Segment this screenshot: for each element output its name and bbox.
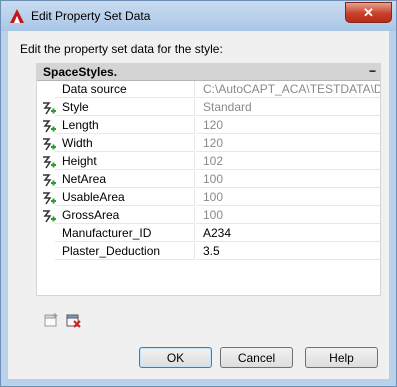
property-grid: SpaceStyles. − Data source C:\AutoCAPT_AC… [36, 63, 381, 296]
property-set-name: SpaceStyles. [43, 65, 118, 79]
row-gutter [37, 207, 56, 225]
window-title: Edit Property Set Data [31, 9, 151, 23]
row-gutter [37, 135, 56, 153]
property-name: Data source [55, 81, 195, 98]
remove-property-sets-icon[interactable] [66, 313, 82, 329]
close-icon: ✕ [363, 4, 374, 20]
property-name: NetArea [55, 171, 195, 188]
property-row[interactable]: Length 120 [37, 117, 380, 135]
property-value: 100 [196, 171, 380, 188]
instruction-label: Edit the property set data for the style… [20, 42, 223, 56]
property-row[interactable]: Manufacturer_ID A234 [37, 225, 380, 243]
property-value: 120 [196, 117, 380, 134]
row-gutter [37, 225, 55, 243]
row-gutter [37, 189, 56, 207]
row-gutter [37, 171, 56, 189]
property-value[interactable]: A234 [196, 225, 380, 242]
property-name: UsableArea [55, 189, 195, 206]
property-value[interactable]: 3.5 [196, 243, 380, 260]
collapse-icon[interactable]: − [369, 64, 376, 78]
property-name: Length [55, 117, 195, 134]
row-gutter [37, 153, 56, 171]
property-value: 102 [196, 153, 380, 170]
add-property-sets-icon[interactable] [43, 312, 59, 328]
property-row[interactable]: UsableArea 100 [37, 189, 380, 207]
autocad-app-icon [10, 9, 24, 23]
property-set-header[interactable]: SpaceStyles. − [37, 64, 380, 81]
property-row[interactable]: Width 120 [37, 135, 380, 153]
property-name: Manufacturer_ID [55, 225, 195, 242]
property-value: C:\AutoCAPT_ACA\TESTDATA\D... [196, 81, 380, 98]
row-gutter [37, 81, 55, 99]
property-row[interactable]: NetArea 100 [37, 171, 380, 189]
property-name: Height [55, 153, 195, 170]
property-row[interactable]: Style Standard [37, 99, 380, 117]
property-name: Plaster_Deduction [55, 243, 195, 260]
property-name: Width [55, 135, 195, 152]
property-row[interactable]: Height 102 [37, 153, 380, 171]
property-name: Style [55, 99, 195, 116]
dialog-window: Edit Property Set Data ✕ Edit the proper… [0, 0, 397, 387]
property-value: 100 [196, 189, 380, 206]
property-row[interactable]: Plaster_Deduction 3.5 [37, 243, 380, 261]
property-value: 120 [196, 135, 380, 152]
row-gutter [37, 117, 56, 135]
close-button[interactable]: ✕ [345, 2, 392, 23]
ok-button[interactable]: OK [139, 347, 212, 368]
property-value: 100 [196, 207, 380, 224]
help-button[interactable]: Help [305, 347, 378, 368]
dialog-client-area: Edit the property set data for the style… [8, 31, 389, 379]
row-gutter [37, 243, 55, 261]
property-name: GrossArea [55, 207, 195, 224]
property-row[interactable]: Data source C:\AutoCAPT_ACA\TESTDATA\D... [37, 81, 380, 99]
row-gutter [37, 99, 56, 117]
property-row[interactable]: GrossArea 100 [37, 207, 380, 225]
cancel-button[interactable]: Cancel [220, 347, 293, 368]
property-value: Standard [196, 99, 380, 116]
title-bar[interactable]: Edit Property Set Data ✕ [1, 1, 396, 31]
